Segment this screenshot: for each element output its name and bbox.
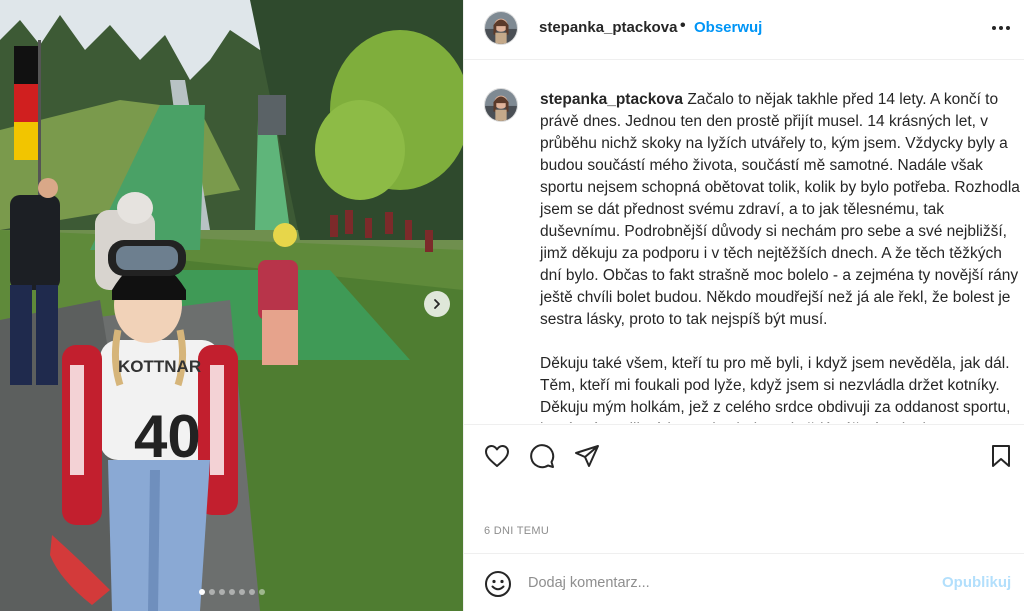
- comment-box: Opublikuj: [464, 553, 1024, 611]
- post-details-panel: stepanka_ptackova • Obserwuj stepanka_pt…: [463, 0, 1024, 611]
- carousel-dot: [228, 589, 235, 595]
- next-photo-button[interactable]: [424, 291, 450, 317]
- emoji-icon[interactable]: [484, 570, 512, 598]
- likes-placeholder: [528, 489, 529, 490]
- post-caption: stepanka_ptackova Začalo to nějak takhle…: [540, 89, 1020, 423]
- caption-text: Začalo to nějak takhle před 14 lety. A k…: [540, 91, 1020, 328]
- caption-paragraph: stepanka_ptackova Začalo to nějak takhle…: [540, 89, 1020, 331]
- bib-number: 40: [134, 403, 201, 470]
- post-comment-button[interactable]: Opublikuj: [942, 574, 1011, 591]
- caption-avatar[interactable]: [484, 88, 518, 122]
- follow-button[interactable]: Obserwuj: [694, 19, 762, 36]
- share-button[interactable]: [572, 442, 602, 470]
- bib-text: KOTTNAR: [118, 357, 201, 376]
- caption-paragraph: Děkuju také všem, kteří tu pro mě byli, …: [540, 355, 1011, 423]
- carousel-dot: [208, 589, 215, 595]
- photo-scene: KOTTNAR 40: [0, 0, 463, 611]
- carousel-dot: [258, 589, 265, 595]
- comment-button[interactable]: [527, 442, 557, 470]
- share-icon: [575, 445, 599, 467]
- carousel-dot: [218, 589, 225, 595]
- avatar[interactable]: [484, 11, 518, 45]
- post-header: stepanka_ptackova • Obserwuj: [464, 0, 1024, 60]
- heart-icon: [485, 445, 509, 467]
- avatar-image: [485, 89, 517, 121]
- comment-input[interactable]: [528, 570, 928, 596]
- comment-icon: [530, 444, 555, 469]
- like-button[interactable]: [482, 442, 512, 470]
- caption-section: stepanka_ptackova Začalo to nějak takhle…: [464, 61, 1024, 423]
- save-button[interactable]: [986, 442, 1016, 470]
- chevron-right-icon: [434, 299, 440, 309]
- author-username[interactable]: stepanka_ptackova: [539, 19, 677, 36]
- caption-username[interactable]: stepanka_ptackova: [540, 91, 683, 108]
- separator-dot: •: [680, 17, 686, 34]
- carousel-dot: [238, 589, 245, 595]
- carousel-indicator: [0, 589, 463, 595]
- post-photo[interactable]: KOTTNAR 40: [0, 0, 463, 611]
- post-timestamp[interactable]: 6 DNI TEMU: [484, 525, 549, 537]
- carousel-dot: [198, 589, 205, 595]
- more-options-button[interactable]: [988, 16, 1014, 40]
- avatar-image: [485, 12, 517, 44]
- carousel-dot: [248, 589, 255, 595]
- bookmark-icon: [992, 445, 1010, 467]
- more-options-icon: [992, 26, 1010, 30]
